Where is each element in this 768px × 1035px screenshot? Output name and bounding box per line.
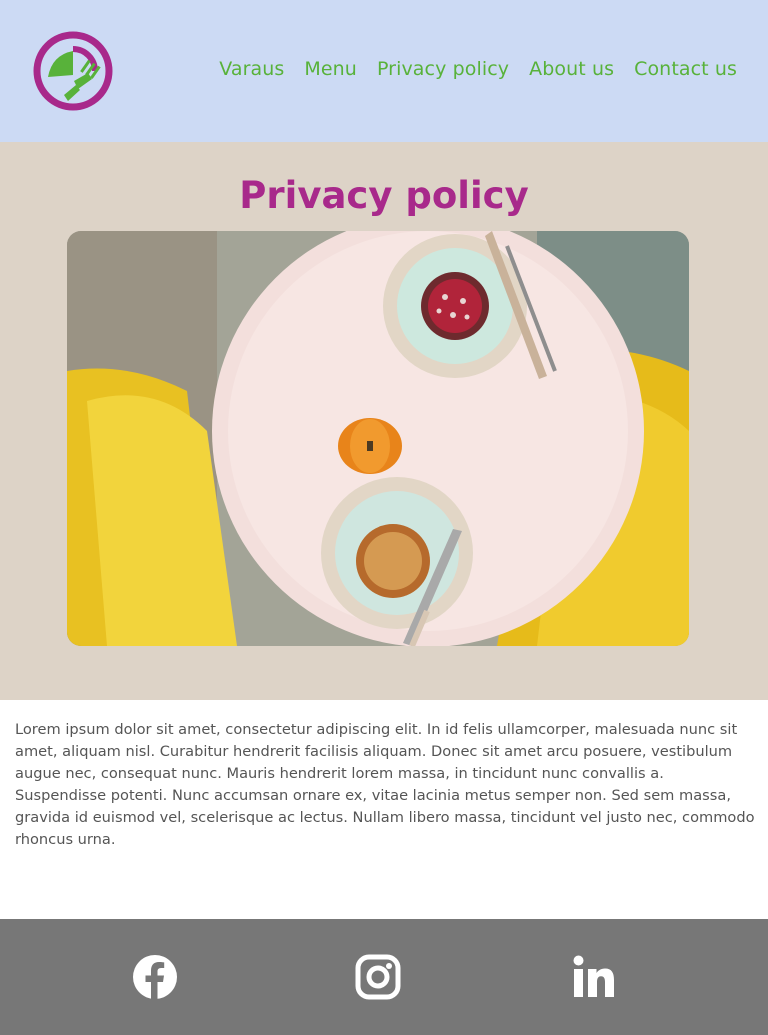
facebook-icon[interactable]: [131, 953, 179, 1001]
linkedin-icon[interactable]: [570, 953, 618, 1001]
hero-image: [67, 231, 689, 646]
site-header: Varaus Menu Privacy policy About us Cont…: [0, 0, 768, 142]
site-footer: [0, 919, 768, 1035]
instagram-icon[interactable]: [354, 953, 402, 1001]
page-title: Privacy policy: [239, 174, 529, 217]
nav-menu[interactable]: Menu: [304, 58, 357, 80]
main-nav: Varaus Menu Privacy policy About us Cont…: [219, 58, 737, 80]
policy-text: Lorem ipsum dolor sit amet, consectetur …: [15, 721, 755, 848]
restaurant-logo[interactable]: [30, 29, 116, 113]
nav-varaus[interactable]: Varaus: [219, 58, 284, 80]
nav-about-us[interactable]: About us: [529, 58, 614, 80]
hero-section: Privacy policy: [0, 142, 768, 700]
nav-privacy-policy[interactable]: Privacy policy: [377, 58, 509, 80]
nav-contact-us[interactable]: Contact us: [634, 58, 737, 80]
